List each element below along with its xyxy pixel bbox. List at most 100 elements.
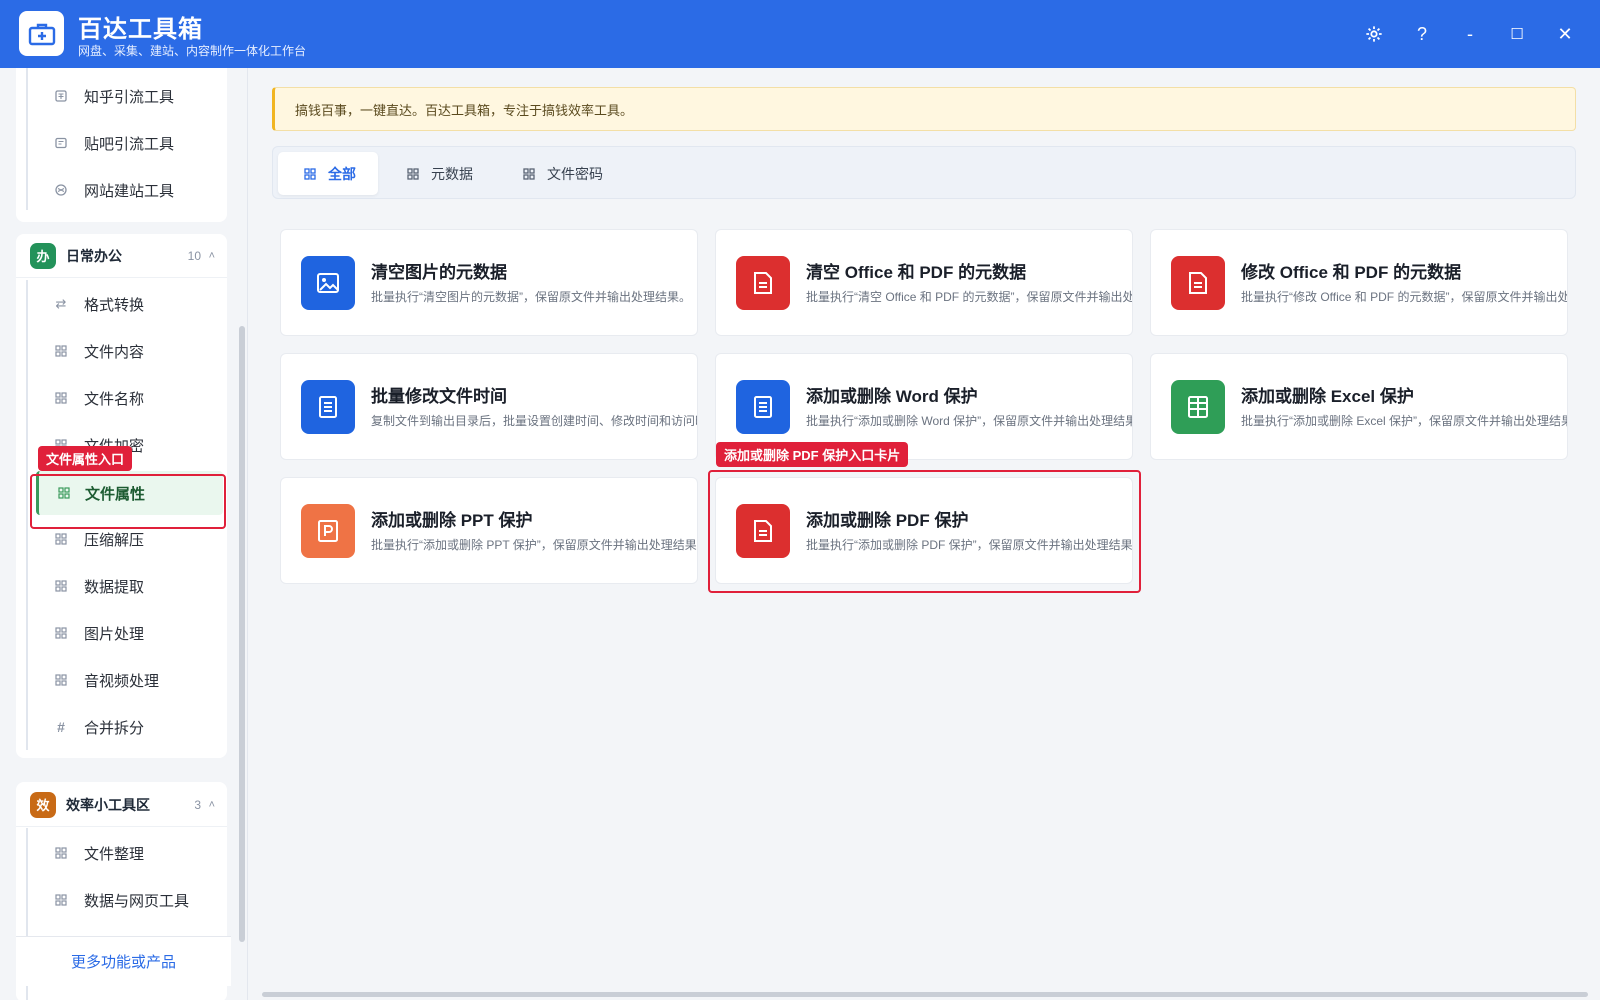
sidebar-item-label: 文件整理	[84, 845, 145, 863]
tool-card-clear-image-metadata[interactable]: 清空图片的元数据 批量执行“清空图片的元数据”，保留原文件并输出处理结果。	[280, 229, 698, 336]
doc-lines-icon	[301, 380, 355, 434]
image-icon	[301, 256, 355, 310]
annotation-label-file-attributes: 文件属性入口	[38, 446, 133, 471]
doc-lines-icon	[736, 380, 790, 434]
sidebar-item-website[interactable]: 网站建站工具	[16, 167, 227, 213]
sidebar-item-label: 网站建站工具	[84, 182, 175, 200]
title-bar: 百达工具箱 网盘、采集、建站、内容制作一体化工作台 ? - ☐ ✕	[0, 0, 1600, 68]
collapse-caret-icon[interactable]: ˄	[209, 799, 215, 811]
settings-button[interactable]	[1360, 20, 1388, 48]
sidebar-item-file-organize[interactable]: 文件整理	[16, 830, 227, 876]
sidebar-item-label: 合并拆分	[84, 719, 145, 737]
zhihu-icon	[54, 89, 68, 103]
sidebar-item-label: 知乎引流工具	[84, 88, 175, 106]
group-badge: 办	[30, 242, 56, 269]
card-title: 添加或删除 PPT 保护	[371, 511, 533, 530]
gear-icon	[1366, 26, 1382, 42]
minimize-icon: -	[1467, 23, 1473, 44]
grid-icon	[54, 673, 68, 687]
tool-card-clear-office-pdf-metadata[interactable]: 清空 Office 和 PDF 的元数据 批量执行“清空 Office 和 PD…	[715, 229, 1133, 336]
sidebar-item-label: 图片处理	[84, 625, 145, 643]
sidebar: 知乎引流工具 贴吧引流工具 网站建站工具 办 日常办公 10 ˄ ⇄ 格式转换 …	[0, 68, 248, 1000]
ppt-icon	[301, 504, 355, 558]
minimize-button[interactable]: -	[1456, 20, 1484, 48]
app-subtitle: 网盘、采集、建站、内容制作一体化工作台	[78, 44, 307, 58]
toolbox-logo-icon	[19, 11, 64, 56]
card-description: 批量执行“清空图片的元数据”，保留原文件并输出处理结果。	[371, 290, 691, 304]
maximize-icon: ☐	[1510, 26, 1524, 43]
notice-banner: 搞钱百事，一键直达。百达工具箱，专注于搞钱效率工具。	[272, 87, 1576, 131]
tool-card-ppt-protection[interactable]: 添加或删除 PPT 保护 批量执行“添加或删除 PPT 保护”，保留原文件并输出…	[280, 477, 698, 584]
sidebar-item-label: 格式转换	[84, 296, 145, 314]
group-badge: 效	[30, 791, 56, 818]
sidebar-item-label: 文件内容	[84, 343, 145, 361]
tab-label: 全部	[328, 165, 356, 182]
card-description: 复制文件到输出目录后，批量设置创建时间、修改时间和访问时间。	[371, 414, 698, 428]
sidebar-item-file-name[interactable]: 文件名称	[16, 375, 227, 421]
website-icon	[54, 183, 68, 197]
sidebar-item-label: 文件名称	[84, 390, 145, 408]
document-icon	[1171, 256, 1225, 310]
highlight-box-pdf-protection	[708, 470, 1141, 593]
sidebar-item-tieba[interactable]: 贴吧引流工具	[16, 120, 227, 166]
sidebar-item-format-convert[interactable]: ⇄ 格式转换	[16, 281, 227, 327]
grid-icon	[523, 167, 535, 180]
close-icon: ✕	[1557, 23, 1573, 44]
sidebar-item-label: 音视频处理	[84, 672, 160, 690]
grid-icon	[54, 391, 68, 405]
tab-file-password[interactable]: 文件密码	[523, 152, 603, 195]
grid-icon	[54, 579, 68, 593]
sidebar-item-label: 数据提取	[84, 578, 145, 596]
group-count: 3	[194, 797, 201, 812]
sidebar-item-label: 贴吧引流工具	[84, 135, 175, 153]
group-header-efficiency[interactable]: 效 效率小工具区 3 ˄	[16, 783, 227, 827]
group-header-office[interactable]: 办 日常办公 10 ˄	[16, 234, 227, 278]
horizontal-scrollbar[interactable]	[262, 992, 1588, 997]
help-button[interactable]: ?	[1408, 20, 1436, 48]
tool-card-excel-protection[interactable]: 添加或删除 Excel 保护 批量执行“添加或删除 Excel 保护”，保留原文…	[1150, 353, 1568, 460]
sidebar-item-data-extract[interactable]: 数据提取	[16, 563, 227, 609]
card-title: 修改 Office 和 PDF 的元数据	[1241, 263, 1462, 282]
sidebar-item-zhihu[interactable]: 知乎引流工具	[16, 73, 227, 119]
grid-icon	[54, 626, 68, 640]
card-description: 批量执行“添加或删除 PPT 保护”，保留原文件并输出处理结果。	[371, 538, 698, 552]
tool-card-modify-office-pdf-metadata[interactable]: 修改 Office 和 PDF 的元数据 批量执行“修改 Office 和 PD…	[1150, 229, 1568, 336]
grid-icon	[304, 167, 316, 180]
tab-all[interactable]: 全部	[278, 152, 378, 195]
card-description: 批量执行“添加或删除 Excel 保护”，保留原文件并输出处理结果。	[1241, 414, 1568, 428]
group-count: 10	[187, 248, 201, 263]
card-description: 批量执行“修改 Office 和 PDF 的元数据”，保留原文件并输出处理结果。	[1241, 290, 1567, 304]
maximize-button[interactable]: ☐	[1503, 20, 1531, 48]
tab-label: 文件密码	[547, 165, 603, 182]
help-icon: ?	[1416, 23, 1427, 44]
sidebar-item-label: 数据与网页工具	[84, 892, 190, 910]
sidebar-scrollbar[interactable]	[239, 326, 245, 942]
swap-icon: ⇄	[55, 296, 67, 311]
tab-label: 元数据	[431, 165, 473, 182]
more-products-button[interactable]: 更多功能或产品	[16, 936, 231, 986]
hash-icon: #	[57, 719, 65, 735]
sidebar-item-audio-video[interactable]: 音视频处理	[16, 657, 227, 703]
card-title: 清空 Office 和 PDF 的元数据	[806, 263, 1027, 282]
grid-icon	[54, 893, 68, 907]
card-title: 添加或删除 Word 保护	[806, 387, 978, 406]
sidebar-item-merge-split[interactable]: # 合并拆分	[16, 704, 227, 750]
table-icon	[1171, 380, 1225, 434]
annotation-label-pdf-protection: 添加或删除 PDF 保护入口卡片	[716, 442, 909, 467]
card-title: 清空图片的元数据	[371, 263, 507, 282]
sidebar-item-file-content[interactable]: 文件内容	[16, 328, 227, 374]
document-icon	[736, 256, 790, 310]
card-title: 添加或删除 Excel 保护	[1241, 387, 1414, 406]
sidebar-item-image-process[interactable]: 图片处理	[16, 610, 227, 656]
grid-icon	[54, 532, 68, 546]
tool-card-batch-file-time[interactable]: 批量修改文件时间 复制文件到输出目录后，批量设置创建时间、修改时间和访问时间。	[280, 353, 698, 460]
sidebar-item-label: 压缩解压	[84, 531, 145, 549]
category-tabs: 全部 元数据 文件密码	[272, 146, 1576, 199]
grid-icon	[54, 846, 68, 860]
grid-icon	[54, 344, 68, 358]
app-title: 百达工具箱	[78, 16, 203, 43]
collapse-caret-icon[interactable]: ˄	[209, 250, 215, 262]
close-button[interactable]: ✕	[1551, 20, 1579, 48]
sidebar-item-data-web[interactable]: 数据与网页工具	[16, 877, 227, 923]
tab-metadata[interactable]: 元数据	[407, 152, 473, 195]
